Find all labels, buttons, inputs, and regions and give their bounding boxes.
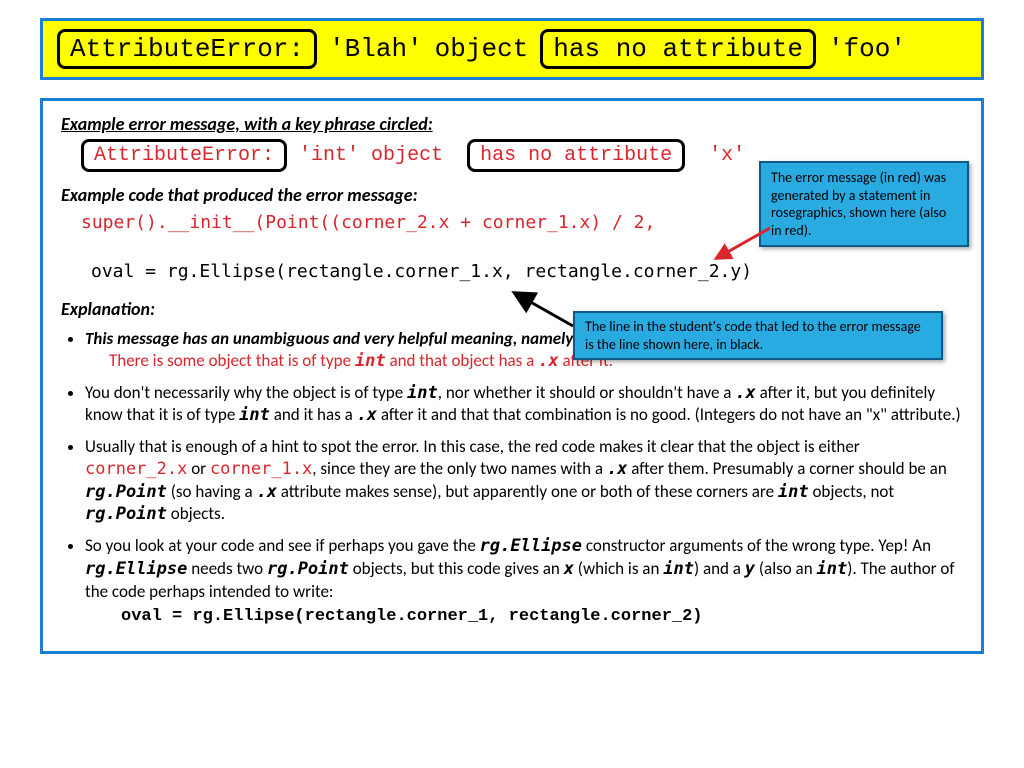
example-error-tail: 'x' [709,144,745,167]
bullet-1-lead: This message has an unambiguous and very… [85,328,578,349]
example-error-mid: 'int' object [299,144,443,167]
explanation-list: This message has an unambiguous and very… [85,328,963,628]
example-error-type: AttributeError: [81,139,287,172]
banner-text-2: object [435,34,529,64]
arrow-black-icon [521,296,581,336]
banner-text-1: 'Blah' [329,34,423,64]
banner-key-phrase: has no attribute [540,29,816,69]
callout-rosegraphics: The error message (in red) was generated… [759,161,969,247]
error-banner: AttributeError: 'Blah' object has no att… [40,18,984,80]
section-heading-example-error: Example error message, with a key phrase… [61,113,963,135]
banner-text-3: 'foo' [828,34,906,64]
main-explanation-box: Example error message, with a key phrase… [40,98,984,654]
corrected-code-line: oval = rg.Ellipse(rectangle.corner_1, re… [121,606,963,628]
callout-student-code: The line in the student's code that led … [573,311,943,360]
example-key-phrase: has no attribute [467,139,685,172]
list-item: You don't necessarily why the object is … [85,382,963,428]
list-item: So you look at your code and see if perh… [85,535,963,628]
code-black-line: oval = rg.Ellipse(rectangle.corner_1.x, … [91,261,963,282]
arrow-red-icon [718,226,778,276]
bullet-1-detail: There is some object that is of type int… [109,350,613,371]
banner-error-type: AttributeError: [57,29,317,69]
list-item: Usually that is enough of a hint to spot… [85,436,963,526]
